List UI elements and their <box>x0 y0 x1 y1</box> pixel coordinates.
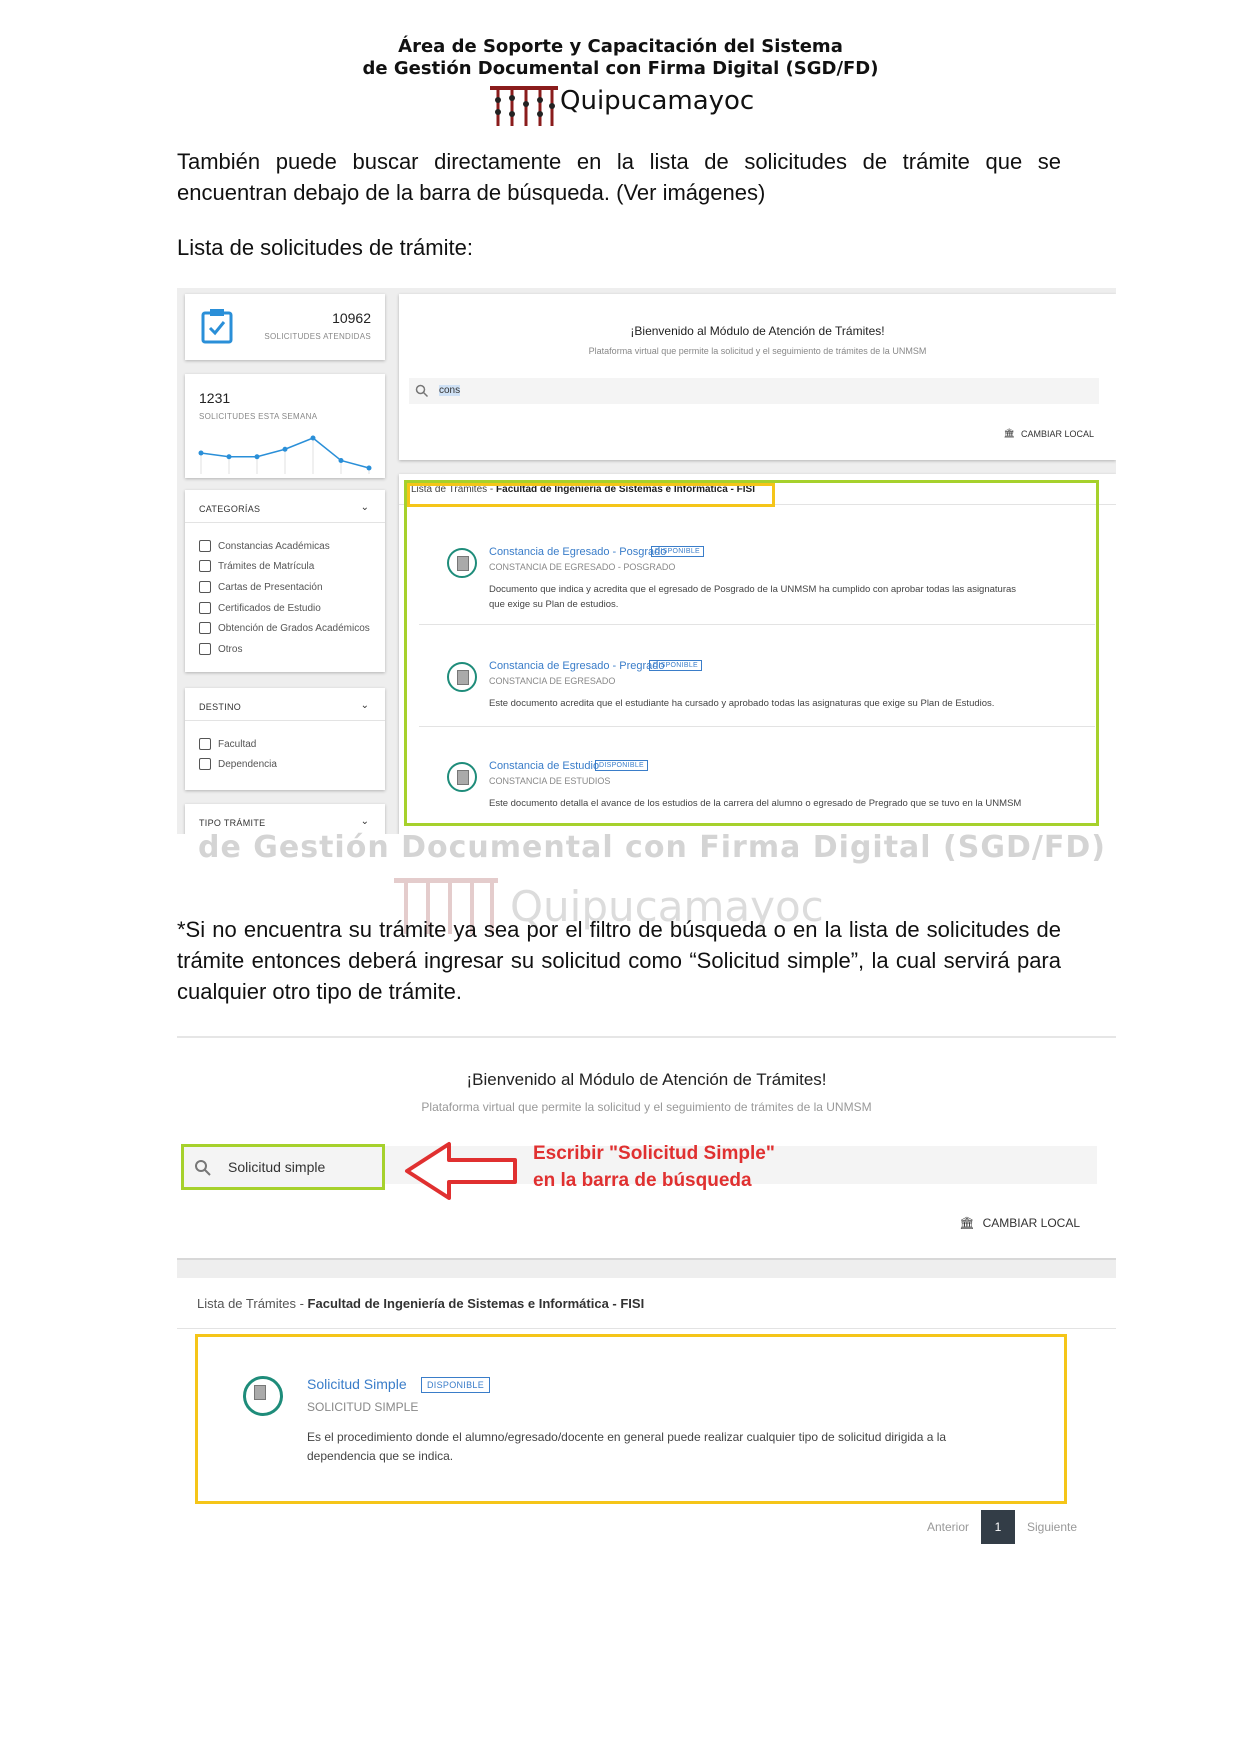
tipo-tramite-title: TIPO TRÁMITE <box>199 818 266 828</box>
destino-option[interactable]: Dependencia <box>199 758 277 770</box>
paragraph-list-title: Lista de solicitudes de trámite: <box>177 235 473 260</box>
checkbox[interactable] <box>199 581 211 593</box>
destino-title: DESTINO <box>199 702 242 712</box>
yellow-highlight-box <box>195 1334 1067 1504</box>
category-option[interactable]: Certificados de Estudio <box>199 602 321 614</box>
sparkline-point <box>338 458 344 463</box>
screenshot-tramite-list: 10962 SOLICITUDES ATENDIDAS 1231 SOLICIT… <box>177 288 1116 834</box>
stat-card-attended: 10962 SOLICITUDES ATENDIDAS <box>185 294 385 360</box>
search-highlight-box[interactable]: Solicitud simple <box>181 1144 385 1190</box>
clipboard-check-icon <box>201 309 233 344</box>
sparkline-point <box>282 446 288 452</box>
sparkline-point <box>226 454 232 460</box>
stat-week-label: SOLICITUDES ESTA SEMANA <box>199 412 318 421</box>
welcome-title: ¡Bienvenido al Módulo de Atención de Trá… <box>466 1070 827 1089</box>
bank-icon: 🏛 <box>1003 428 1015 438</box>
chevron-down-icon[interactable]: ⌄ <box>361 502 369 513</box>
stat-attended-value: 10962 <box>332 310 371 326</box>
welcome-card: ¡Bienvenido al Módulo de Atención de Trá… <box>399 294 1116 460</box>
destino-option[interactable]: Facultad <box>199 738 256 750</box>
annotation-text: Escribir "Solicitud Simple" en la barra … <box>533 1143 775 1191</box>
welcome-subtitle: Plataforma virtual que permite la solici… <box>421 1100 872 1114</box>
watermark-line: de Gestión Documental con Firma Digital … <box>198 830 1106 865</box>
filter-destino: DESTINO ⌄ Facultad Dependencia <box>185 688 385 790</box>
category-option[interactable]: Cartas de Presentación <box>199 581 323 593</box>
filter-categorias: CATEGORÍAS ⌄ Constancias Académicas Trám… <box>185 490 385 672</box>
stat-attended-label: SOLICITUDES ATENDIDAS <box>264 332 371 341</box>
yellow-highlight-box <box>407 483 775 507</box>
sparkline-point <box>366 465 372 471</box>
pager-page-current[interactable]: 1 <box>981 1510 1015 1544</box>
stat-card-week: 1231 SOLICITUDES ESTA SEMANA <box>185 374 385 478</box>
search-bar[interactable]: cons <box>409 378 1099 404</box>
paragraph-solicitud-simple: *Si no encuentra su trámite ya sea por e… <box>177 917 1061 1004</box>
pager-next[interactable]: Siguiente <box>1027 1520 1077 1534</box>
search-input[interactable]: Solicitud simple <box>228 1159 325 1175</box>
welcome-subtitle: Plataforma virtual que permite la solici… <box>588 346 927 356</box>
sparkline-point <box>310 435 316 441</box>
sparkline-point <box>254 454 260 460</box>
cambiar-local-button[interactable]: 🏛 CAMBIAR LOCAL <box>1004 428 1094 439</box>
weekly-sparkline-chart <box>198 435 372 474</box>
chevron-down-icon[interactable]: ⌄ <box>361 700 369 711</box>
checkbox[interactable] <box>199 758 211 770</box>
checkbox[interactable] <box>199 602 211 614</box>
stat-week-value: 1231 <box>199 390 231 406</box>
header-line-1: Área de Soporte y Capacitación del Siste… <box>398 36 843 57</box>
paragraph-intro: También puede buscar directamente en la … <box>177 149 1061 205</box>
green-highlight-box <box>404 480 1099 826</box>
sparkline-point <box>198 450 204 456</box>
bank-icon: 🏛 <box>959 1216 975 1230</box>
category-option[interactable]: Obtención de Grados Académicos <box>199 622 370 634</box>
cambiar-local-button[interactable]: 🏛 CAMBIAR LOCAL <box>959 1216 1080 1230</box>
checkbox[interactable] <box>199 560 211 572</box>
logo-text: Quipucamayoc <box>560 86 755 116</box>
checkbox[interactable] <box>199 540 211 552</box>
red-arrow-icon <box>405 1142 517 1200</box>
abacus-logo-icon <box>490 86 558 126</box>
category-option[interactable]: Constancias Académicas <box>199 540 330 552</box>
chevron-down-icon[interactable]: ⌄ <box>361 816 369 827</box>
checkbox[interactable] <box>199 643 211 655</box>
list-heading: Lista de Trámites - Facultad de Ingenier… <box>197 1296 645 1311</box>
category-option[interactable]: Otros <box>199 643 242 655</box>
category-option[interactable]: Trámites de Matrícula <box>199 560 314 572</box>
screenshot-solicitud-simple: ¡Bienvenido al Módulo de Atención de Trá… <box>177 1036 1116 1544</box>
search-input[interactable]: cons <box>439 385 461 396</box>
categorias-title: CATEGORÍAS <box>199 504 261 514</box>
checkbox[interactable] <box>199 622 211 634</box>
welcome-title: ¡Bienvenido al Módulo de Atención de Trá… <box>630 324 885 338</box>
checkbox[interactable] <box>199 738 211 750</box>
search-icon <box>415 384 429 398</box>
search-icon <box>195 1160 211 1176</box>
divider-bar <box>177 1258 1116 1278</box>
pager-previous[interactable]: Anterior <box>927 1520 969 1534</box>
header-line-2: de Gestión Documental con Firma Digital … <box>362 58 879 79</box>
